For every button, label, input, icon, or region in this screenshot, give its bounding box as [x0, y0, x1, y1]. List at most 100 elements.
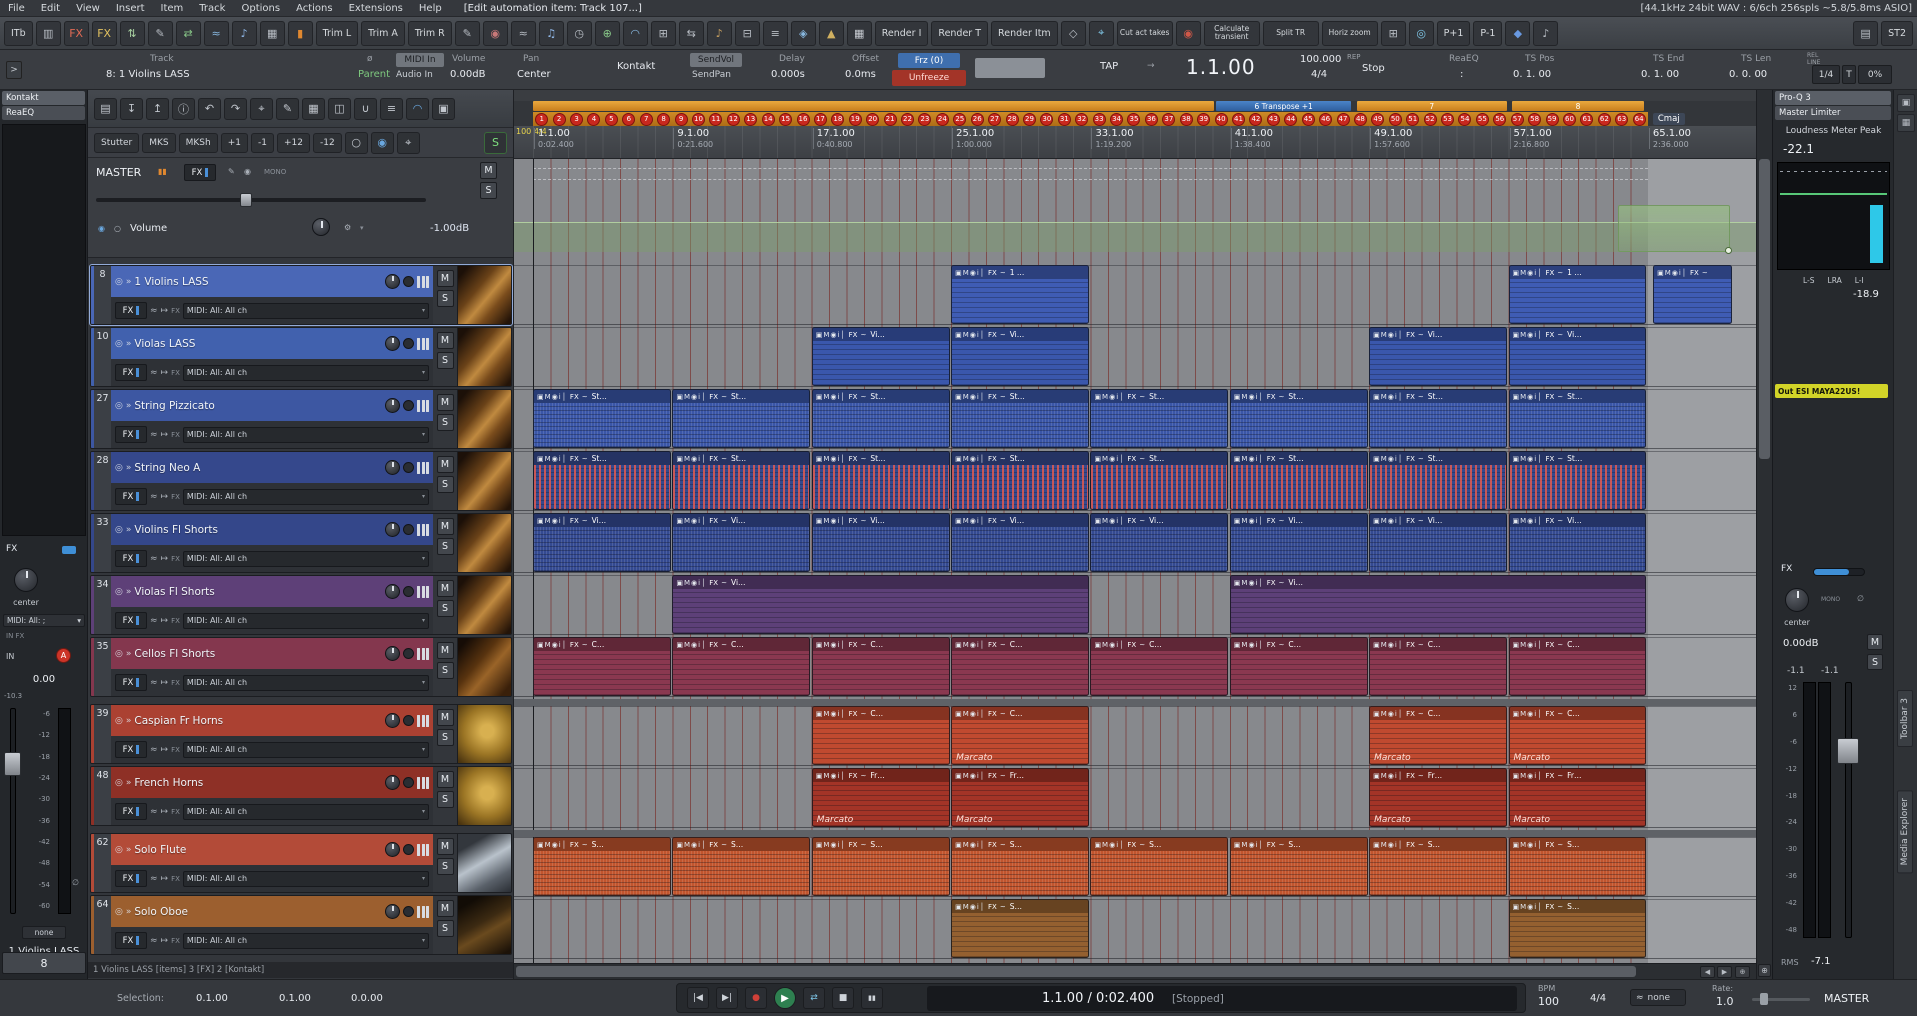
route-icon[interactable]: ↦	[161, 430, 169, 440]
media-item[interactable]: ▣M◉i│FX~St…	[1090, 389, 1228, 448]
region-marker-62[interactable]: 62	[1598, 113, 1611, 126]
menu-file[interactable]: File	[0, 2, 33, 15]
calculate-transient-button[interactable]: Calculate transient	[1204, 21, 1260, 46]
pan-knob[interactable]	[385, 336, 400, 351]
master-bypass-icon[interactable]: ∅	[1857, 594, 1864, 603]
add-icon[interactable]: ⊕	[595, 21, 620, 46]
solo-button[interactable]: S	[437, 920, 454, 937]
io-icon[interactable]: ⇅	[120, 21, 145, 46]
pan-knob[interactable]	[385, 584, 400, 599]
record-arm-icon[interactable]: ◎	[115, 845, 123, 855]
media-item[interactable]: ▣M◉i│FX~St…	[533, 389, 671, 448]
target-icon[interactable]: ⌖	[250, 98, 273, 120]
phase-icon[interactable]: ø	[367, 54, 373, 64]
input-label[interactable]: IN	[6, 652, 14, 661]
midi-note-icon[interactable]: ♪	[232, 21, 257, 46]
region-marker-39[interactable]: 39	[1197, 113, 1210, 126]
media-item[interactable]: ▣M◉i│FX~Vi…	[533, 513, 671, 572]
media-item[interactable]: ▣M◉i│FX~S…	[1090, 837, 1228, 896]
media-item[interactable]: ▣M◉i│FX~Fr…Marcato	[951, 768, 1089, 827]
swap-icon[interactable]: ⇆	[679, 21, 704, 46]
region-marker-47[interactable]: 47	[1337, 113, 1350, 126]
media-item[interactable]: ▣M◉i│FX~S…	[672, 837, 810, 896]
region-marker-29[interactable]: 29	[1023, 113, 1036, 126]
rate-slider-handle[interactable]	[1760, 993, 1768, 1005]
media-item[interactable]: ▣M◉i│FX~Vi…	[672, 513, 810, 572]
fx-button[interactable]: FX	[115, 741, 147, 758]
media-item[interactable]: ▣M◉i│FX~	[1653, 265, 1732, 324]
media-item[interactable]: ▣M◉i│FX~Vi…	[1369, 327, 1507, 386]
strip-grid-icon[interactable]: ▦	[1897, 114, 1915, 132]
crosshair-icon[interactable]: ⌖	[1089, 21, 1114, 46]
region-marker-33[interactable]: 33	[1093, 113, 1106, 126]
tab-media-explorer[interactable]: Media Explorer	[1897, 790, 1913, 873]
save-icon[interactable]: ↥	[146, 98, 169, 120]
region-marker-24[interactable]: 24	[936, 113, 949, 126]
reaeq-label[interactable]: ReaEQ	[1449, 54, 1479, 64]
tool-stutter[interactable]: Stutter	[94, 133, 139, 153]
region-marker-64[interactable]: 64	[1633, 113, 1646, 126]
tool--12[interactable]: +12	[277, 133, 310, 153]
route-icon[interactable]: ↦	[161, 616, 169, 626]
media-item[interactable]: ▣M◉i│FX~S…	[1509, 837, 1647, 896]
fx-slot-pro-q-3[interactable]: Pro-Q 3	[1775, 91, 1891, 105]
monitor-icon[interactable]: »	[126, 716, 132, 726]
master-fx-label[interactable]: FX	[1781, 564, 1792, 574]
master-volume-handle[interactable]	[240, 193, 252, 207]
media-item[interactable]: ▣M◉i│FX~S…	[812, 837, 950, 896]
region-marker-41[interactable]: 41	[1232, 113, 1245, 126]
solo-button[interactable]: S	[437, 414, 454, 431]
pan-knob[interactable]	[385, 713, 400, 728]
track-row-64[interactable]: 64◎»Solo OboeFX≈↦FXMIDI: All: All ch▾MS	[90, 895, 512, 955]
region-marker-4[interactable]: 4	[587, 113, 600, 126]
transient-icon[interactable]: ▲	[819, 21, 844, 46]
media-item[interactable]: ▣M◉i│FX~St…	[1369, 451, 1507, 510]
track-row-28[interactable]: 28◎»String Neo AFX≈↦FXMIDI: All: All ch▾…	[90, 451, 512, 511]
media-item[interactable]: ▣M◉i│FX~C…	[1509, 637, 1647, 696]
fx-button[interactable]: FX	[115, 426, 147, 443]
fx-slot-master-limiter[interactable]: Master Limiter	[1775, 106, 1891, 120]
nav-arrow-button[interactable]: >	[6, 61, 22, 79]
media-item[interactable]: ▣M◉i│FX~S…	[1509, 899, 1647, 958]
color-swatch-icon[interactable]: ▮	[288, 21, 313, 46]
master-caret-icon[interactable]: ▾	[360, 224, 364, 232]
region-marker-1[interactable]: 1	[535, 113, 548, 126]
menu-insert[interactable]: Insert	[108, 2, 153, 15]
route-icon[interactable]: ↦	[161, 306, 169, 316]
region-marker-31[interactable]: 31	[1058, 113, 1071, 126]
pan-knob[interactable]	[385, 274, 400, 289]
delay-value[interactable]: 0.000s	[771, 69, 805, 80]
media-item[interactable]: ▣M◉i│FX~Vi…	[1090, 513, 1228, 572]
hand-icon[interactable]: ◇	[1061, 21, 1086, 46]
fx-button[interactable]: FX	[115, 932, 147, 949]
tool-mks[interactable]: MKS	[142, 133, 175, 153]
env-icon[interactable]: ≈	[150, 936, 158, 946]
media-item[interactable]: ▣M◉i│FX~St…	[812, 451, 950, 510]
notes-icon[interactable]: ♫	[539, 21, 564, 46]
parent-send-button[interactable]: Parent	[358, 69, 390, 80]
fx-button[interactable]: FX	[115, 803, 147, 820]
midi-input-selector[interactable]: MIDI: All: All ch▾	[183, 365, 429, 381]
sendvol-button[interactable]: SendVol	[690, 53, 742, 67]
region-marker-25[interactable]: 25	[953, 113, 966, 126]
midi-input-selector[interactable]: MIDI: All: All ch▾	[183, 871, 429, 887]
pan-knob[interactable]	[385, 904, 400, 919]
fx-chain-icon[interactable]: FX	[64, 21, 89, 46]
media-item[interactable]: ▣M◉i│FX~C…	[1230, 637, 1368, 696]
master-track[interactable]: MASTER ▮▮ FX ✎ ◉ MONO M S ◉ ○ Volume ⚙ ▾…	[88, 158, 513, 258]
region-marker-12[interactable]: 12	[727, 113, 740, 126]
region-marker-34[interactable]: 34	[1110, 113, 1123, 126]
master-volume-readout[interactable]: 0.00dB	[1783, 638, 1818, 649]
volume-fader-handle[interactable]	[4, 752, 21, 776]
media-item[interactable]: ▣M◉i│FX~C…	[812, 706, 950, 765]
fx-button[interactable]: FX	[115, 550, 147, 567]
pan-knob[interactable]	[385, 398, 400, 413]
redo-icon[interactable]: ↷	[224, 98, 247, 120]
menu-view[interactable]: View	[68, 2, 108, 15]
media-item[interactable]: ▣M◉i│FX~St…	[951, 451, 1089, 510]
magnet-icon[interactable]: ∪	[354, 98, 377, 120]
routing-icon[interactable]: ⇄	[176, 21, 201, 46]
pan-knob[interactable]	[385, 522, 400, 537]
region-marker-6[interactable]: 6	[622, 113, 635, 126]
env-icon[interactable]: ≈	[150, 745, 158, 755]
